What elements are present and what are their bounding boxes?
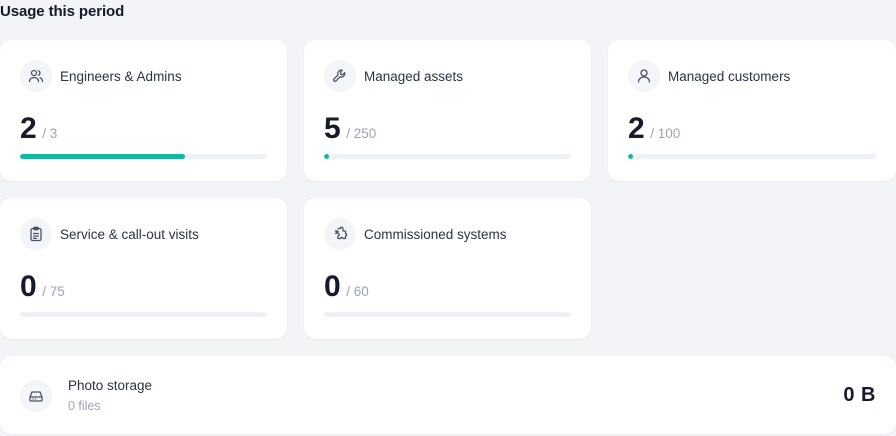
usage-card-managed-assets: Managed assets 5 / 250 xyxy=(304,40,591,181)
card-label: Managed customers xyxy=(668,68,791,84)
usage-progress-track xyxy=(20,154,267,159)
clipboard-icon xyxy=(20,218,52,250)
usage-value: 5 xyxy=(324,112,341,145)
usage-progress-fill xyxy=(324,154,329,159)
section-title: Usage this period xyxy=(0,3,125,20)
usage-limit: / 250 xyxy=(346,126,377,141)
card-label: Service & call-out visits xyxy=(60,226,199,242)
usage-limit: / 60 xyxy=(346,284,369,299)
usage-progress-track xyxy=(324,154,571,159)
usage-value: 2 xyxy=(20,112,37,145)
wrench-icon xyxy=(324,60,356,92)
card-label: Managed assets xyxy=(364,68,464,84)
photo-storage-card: Photo storage 0 files 0 B xyxy=(0,356,896,434)
usage-progress-track xyxy=(20,312,267,317)
usage-limit: / 75 xyxy=(42,284,65,299)
usage-progress-track xyxy=(324,312,571,317)
usage-progress-track xyxy=(628,154,876,159)
user-icon xyxy=(628,60,660,92)
card-label: Engineers & Admins xyxy=(60,68,182,84)
usage-progress-fill xyxy=(20,154,185,159)
usage-limit: / 100 xyxy=(650,126,681,141)
usage-card-engineers-admins: Engineers & Admins 2 / 3 xyxy=(0,40,287,181)
usage-value: 0 xyxy=(20,270,37,303)
usage-card-managed-customers: Managed customers 2 / 100 xyxy=(608,40,896,181)
usage-value: 0 xyxy=(324,270,341,303)
card-label: Commissioned systems xyxy=(364,226,507,242)
puzzle-icon xyxy=(324,218,356,250)
photo-storage-file-count: 0 files xyxy=(68,399,101,413)
usage-card-commissioned-systems: Commissioned systems 0 / 60 xyxy=(304,198,591,339)
users-icon xyxy=(20,60,52,92)
hard-drive-icon xyxy=(20,379,52,412)
photo-storage-size: 0 B xyxy=(843,384,876,406)
usage-card-service-visits: Service & call-out visits 0 / 75 xyxy=(0,198,287,339)
usage-limit: / 3 xyxy=(42,126,58,141)
usage-value: 2 xyxy=(628,112,645,145)
photo-storage-label: Photo storage xyxy=(68,378,153,393)
usage-progress-fill xyxy=(628,154,633,159)
